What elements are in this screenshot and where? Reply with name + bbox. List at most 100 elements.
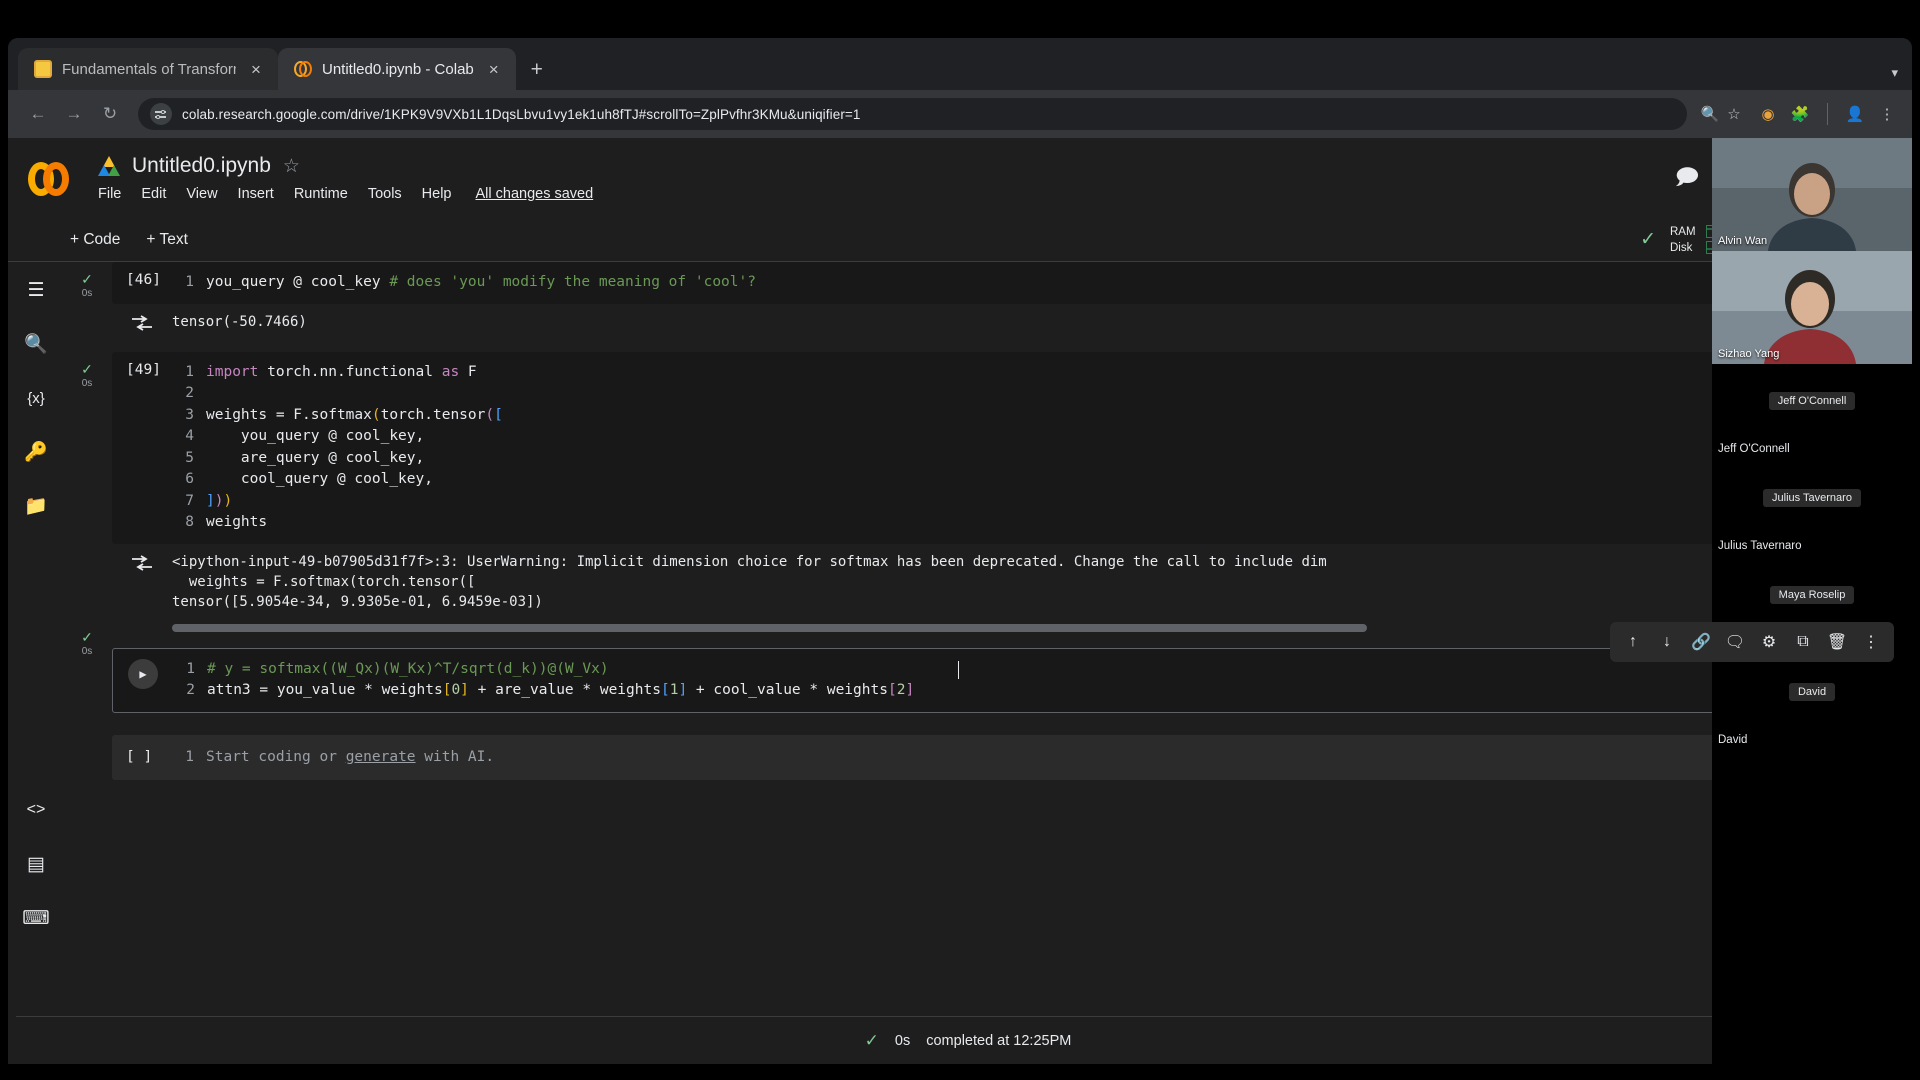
code-line: 1 you_query @ cool_key # does 'you' modi… (172, 272, 1898, 294)
participant-row: Jeff O'Connell Jeff O'Connell (1712, 364, 1912, 455)
reload-button[interactable]: ↻ (94, 98, 126, 130)
participant-video-tile[interactable]: Sizhao Yang (1712, 251, 1912, 364)
line-number: 1 (185, 274, 194, 290)
browser-tab-2[interactable]: Untitled0.ipynb - Colab × (278, 48, 516, 90)
menu-edit[interactable]: Edit (141, 186, 166, 202)
menu-runtime[interactable]: Runtime (294, 186, 348, 202)
code-line: 4 you_query @ cool_key, (172, 426, 1898, 448)
participant-avatar-tile[interactable]: Julius Tavernaro (1712, 461, 1912, 534)
cell-toolbar: + Code + Text ✓ RAM Disk (8, 218, 1912, 262)
check-icon: ✓ (1640, 229, 1656, 250)
code-bracket: ] (905, 682, 915, 698)
copy-cell-icon[interactable]: ⧉ (1788, 627, 1818, 657)
move-cell-up-icon[interactable]: ↑ (1618, 627, 1648, 657)
participant-chip: David (1788, 682, 1836, 701)
notebook-cell: ✓ 0s [49] 1 import torch.nn.functional a… (81, 351, 1898, 632)
cell-settings-icon[interactable]: ⚙ (1754, 627, 1784, 657)
menu-help[interactable]: Help (422, 186, 452, 202)
output-block: <ipython-input-49-b07905d31f7f>:3: UserW… (172, 552, 1327, 612)
notebook-cell-empty: [ ] 1 Start coding or generate with AI. (112, 734, 1898, 780)
browser-tab-1[interactable]: Fundamentals of Transformer × (18, 48, 278, 90)
chevron-down-icon[interactable]: ▾ (1891, 65, 1898, 81)
back-button[interactable]: ← (22, 98, 54, 130)
add-text-button[interactable]: + Text (146, 231, 188, 249)
generate-with-ai-link[interactable]: generate (346, 747, 416, 769)
save-status[interactable]: All changes saved (476, 186, 594, 202)
search-icon[interactable]: 🔍 (22, 330, 50, 358)
code-editor-empty[interactable]: [ ] 1 Start coding or generate with AI. (112, 734, 1898, 780)
menu-file[interactable]: File (98, 186, 121, 202)
close-icon[interactable]: × (484, 59, 504, 79)
address-bar[interactable]: colab.research.google.com/drive/1KPK9V9V… (138, 98, 1687, 130)
participant-name: David (1718, 734, 1748, 746)
participant-avatar-tile[interactable]: David (1712, 655, 1912, 728)
kebab-menu-icon[interactable]: ⋮ (1876, 103, 1898, 125)
colab-logo[interactable] (28, 158, 80, 202)
code-bracket: [ (442, 682, 452, 698)
menu-view[interactable]: View (186, 186, 217, 202)
cell-runtime: 0s (81, 288, 93, 299)
zoom-search-icon[interactable]: 🔍 (1699, 103, 1721, 125)
output-horizontal-scrollbar[interactable] (172, 623, 1367, 632)
notebook-area: ✓ 0s [46] 1 you_query @ cool_key # does … (64, 262, 1912, 1064)
output-toggle-icon[interactable] (112, 312, 172, 332)
code-number: 2 (896, 682, 906, 698)
link-to-cell-icon[interactable]: 🔗 (1686, 627, 1716, 657)
files-folder-icon[interactable]: 📁 (22, 492, 50, 520)
code-lines: 1 # y = softmax((W_Qx)(W_Kx)^T/sqrt(d_k)… (173, 659, 1897, 702)
menu-bar: File Edit View Insert Runtime Tools Help… (98, 186, 1898, 202)
terminal-panel-icon[interactable]: ▤ (22, 850, 50, 878)
code-token: you_query @ cool_key, (206, 428, 425, 444)
line-number: 3 (185, 406, 194, 423)
variables-icon[interactable]: {x} (22, 384, 50, 412)
code-token: attn3 = you_value * weights (207, 682, 443, 698)
text-cursor (958, 660, 959, 679)
menu-insert[interactable]: Insert (238, 186, 274, 202)
output-tensor: tensor([5.9054e-34, 9.9305e-01, 6.9459e-… (172, 593, 543, 610)
play-icon[interactable]: ▶ (128, 658, 158, 689)
puzzle-icon[interactable]: 🧩 (1789, 103, 1811, 125)
extension-orange-icon[interactable]: ◉ (1757, 103, 1779, 125)
code-bracket: ] (460, 682, 469, 698)
output-toggle-icon[interactable] (112, 552, 172, 612)
line-number: 5 (185, 449, 194, 466)
participant-name: Sizhao Yang (1718, 348, 1780, 360)
cell-output: tensor(-50.7466) (112, 304, 1898, 338)
participant-row: Maya Roselip Maya Roselip (1712, 558, 1912, 649)
site-settings-icon[interactable] (150, 103, 172, 125)
participant-avatar-tile[interactable]: Jeff O'Connell (1712, 364, 1912, 437)
participant-chip: Julius Tavernaro (1763, 488, 1861, 507)
delete-cell-icon[interactable]: 🗑 (1822, 627, 1852, 657)
menu-tools[interactable]: Tools (368, 186, 402, 202)
close-icon[interactable]: × (246, 59, 266, 79)
code-editor[interactable]: [46] 1 you_query @ cool_key # does 'you'… (112, 262, 1898, 304)
secrets-key-icon[interactable]: 🔑 (22, 438, 50, 466)
profile-avatar[interactable]: 👤 (1844, 103, 1866, 125)
participant-avatar-tile[interactable]: Maya Roselip (1712, 558, 1912, 631)
toc-icon[interactable]: ☰ (22, 276, 50, 304)
line-number: 1 (185, 748, 194, 765)
notebook-title[interactable]: Untitled0.ipynb (132, 154, 271, 178)
cell-status-gutter: ✓ 0s (64, 362, 110, 389)
code-comment: # y = softmax((W_Qx)(W_Kx)^T/sqrt(d_k))@… (207, 660, 609, 677)
code-bracket: ( (371, 406, 381, 423)
new-tab-button[interactable]: + (522, 55, 552, 85)
forward-button[interactable]: → (58, 98, 90, 130)
move-cell-down-icon[interactable]: ↓ (1652, 627, 1682, 657)
code-line: 1 import torch.nn.functional as F (172, 362, 1898, 384)
line-number: 4 (185, 428, 194, 444)
star-icon[interactable]: ☆ (1723, 103, 1745, 125)
add-code-button[interactable]: + Code (70, 231, 120, 249)
execution-duration: 0s (894, 1032, 911, 1049)
more-options-icon[interactable]: ⋮ (1856, 627, 1886, 657)
code-editor[interactable]: [49] 1 import torch.nn.functional as F 2 (112, 351, 1898, 544)
code-snippets-icon[interactable]: <> (22, 796, 50, 824)
cell-output: <ipython-input-49-b07905d31f7f>:3: UserW… (112, 544, 1898, 618)
terminal-icon[interactable]: ⌨ (22, 904, 50, 932)
comment-icon[interactable]: 🗩 (1675, 160, 1699, 198)
participant-video-tile[interactable]: Alvin Wan (1712, 138, 1912, 251)
add-comment-icon[interactable]: 🗨 (1720, 627, 1750, 657)
run-cell-button[interactable]: ▶ (113, 658, 173, 702)
star-icon[interactable]: ☆ (283, 155, 300, 178)
participant-name: Alvin Wan (1718, 235, 1768, 247)
